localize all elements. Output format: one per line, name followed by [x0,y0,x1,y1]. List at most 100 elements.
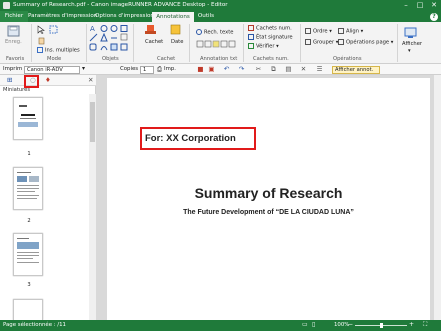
document-page[interactable]: For: XX Corporation Summary of Research … [107,78,430,320]
thumbnail-content [17,172,39,199]
print-range-icon[interactable]: ▣ [208,66,215,73]
document-scrollbar[interactable] [434,75,441,320]
print-preview-icon[interactable]: ■ [197,66,204,73]
group-label-cachets-num: Cachets num. [253,56,289,62]
thumbnail-content [18,105,38,127]
insert-multiple-icon [37,47,43,53]
group-separator [86,24,87,62]
page-thumbnail-1[interactable] [13,97,43,140]
cachets-num-button[interactable]: Cachets num. [248,25,292,32]
verifier-button[interactable]: Vérifier ▾ [248,43,279,50]
rech-texte-label: Rech. texte [204,29,234,36]
printer-dropdown-icon[interactable]: ▾ [82,65,85,72]
tab-fichier[interactable]: Fichier [0,11,28,22]
group-separator [31,24,32,62]
thumbnails-header: Miniatures [3,87,31,93]
select-area-icon[interactable] [49,25,58,34]
cut-icon[interactable]: ✂ [255,66,262,73]
cursor-icon[interactable] [37,25,46,34]
operations-page-button[interactable]: Opérations page ▾ [338,39,393,46]
tab-options-impression[interactable]: Options d'impression [95,11,154,22]
align-button[interactable]: Align ▾ [338,28,363,35]
zoom-slider-handle[interactable] [380,323,383,328]
group-label-favoris: Favoris [6,56,25,62]
paste-icon[interactable]: ▤ [285,66,292,73]
verifier-label: Vérifier [256,43,275,50]
print-icon[interactable]: ⎙ [156,66,163,73]
group-label-operations: Opérations [333,56,362,62]
enreg-button[interactable]: Enreg. [5,39,22,45]
copies-input[interactable]: 1 [140,65,154,74]
thumbnails-scrollbar[interactable] [89,94,96,320]
ordre-label: Ordre [313,28,328,35]
ins-multiples-button[interactable]: Ins. multiples [37,47,80,54]
zoom-out-icon[interactable]: − [348,321,353,328]
page-thumbnail-2[interactable] [13,167,43,210]
page-thumbnail-4[interactable] [13,299,43,320]
tab-parametres-impression[interactable]: Paramètres d'impression [28,11,97,22]
fit-width-icon[interactable]: ▯ [312,321,315,328]
group-separator [189,24,190,62]
properties-icon[interactable]: ☰ [316,66,323,73]
app-icon [3,2,10,9]
left-pane: ⊞ ○ ♦ ✕ Miniatures 1 2 3 [0,75,96,320]
text-annotation-tools[interactable] [196,40,238,48]
fit-page-icon[interactable]: ▭ [302,321,308,328]
grouper-button[interactable]: Grouper ▾ [305,39,338,46]
date-stamp-icon[interactable] [169,24,182,36]
align-icon [338,28,344,34]
left-pane-toolbar: ⊞ ○ ♦ ✕ [0,75,96,86]
printer-select[interactable]: Canon iR-ADV [24,65,80,74]
page-selected-status: Page sélectionnée : /11 [3,321,66,328]
help-icon[interactable]: ? [430,12,438,21]
redo-icon[interactable]: ↷ [238,66,245,73]
tab-annotations[interactable]: Annotations [152,11,194,22]
date-button[interactable]: Date [171,39,183,45]
copy-icon[interactable]: ⧉ [270,66,277,73]
signature-status-icon [248,34,254,40]
document-title: Summary of Research [194,185,343,201]
ordre-button[interactable]: Ordre ▾ [305,28,332,35]
highlight-box [140,127,256,150]
stamp-icon[interactable] [144,24,157,36]
cachet-button[interactable]: Cachet [145,39,163,45]
save-favorite-icon[interactable] [7,25,20,37]
page-nav-icon[interactable]: ⊞ [7,77,14,84]
close-pane-icon[interactable]: ✕ [88,76,95,84]
title-bar: Summary of Research.pdf - Canon imageRUN… [0,0,441,11]
maximize-button[interactable]: □ [413,0,427,11]
page-operations-icon [338,39,344,45]
operations-page-label: Opérations page [346,39,390,46]
search-text-icon [196,29,202,35]
fit-screen-icon[interactable]: ⛶ [423,321,427,329]
etat-signature-button[interactable]: État signature [248,34,293,41]
grouper-label: Grouper [313,39,335,46]
afficher-annot-button[interactable]: Afficher annot. [332,65,380,74]
group-separator [300,24,301,62]
group-separator [397,24,398,62]
tab-outils[interactable]: Outils [195,11,217,22]
thumbnail-number-3: 3 [27,282,31,288]
close-button[interactable]: ✕ [427,0,441,11]
imp-button[interactable]: Imp. [164,66,176,72]
afficher-button[interactable]: Afficher [402,41,422,47]
etat-signature-label: État signature [256,34,293,41]
group-icon [305,39,311,45]
page-thumbnail-3[interactable] [13,233,43,276]
display-icon[interactable] [404,27,417,39]
rech-texte-button[interactable]: Rech. texte [196,29,233,36]
scrollbar-thumb[interactable] [90,102,95,142]
afficher-chevron-icon[interactable]: ▾ [408,48,411,54]
delete-icon[interactable]: ✕ [300,66,307,73]
thumbnail-number-1: 1 [27,151,31,157]
undo-icon[interactable]: ↶ [223,66,230,73]
objects-tools-grid[interactable]: A [89,24,130,54]
group-label-mode: Mode [47,56,62,62]
zoom-in-icon[interactable]: + [409,321,414,328]
hand-tool-icon[interactable] [37,36,46,45]
bookmark-icon[interactable]: ♦ [45,77,52,84]
group-label-annotation-txt: Annotation txt [200,56,238,62]
minimize-button[interactable]: – [399,0,413,11]
window-title: Summary of Research.pdf - Canon imageRUN… [13,1,228,8]
thumbnail-number-2: 2 [27,218,31,224]
